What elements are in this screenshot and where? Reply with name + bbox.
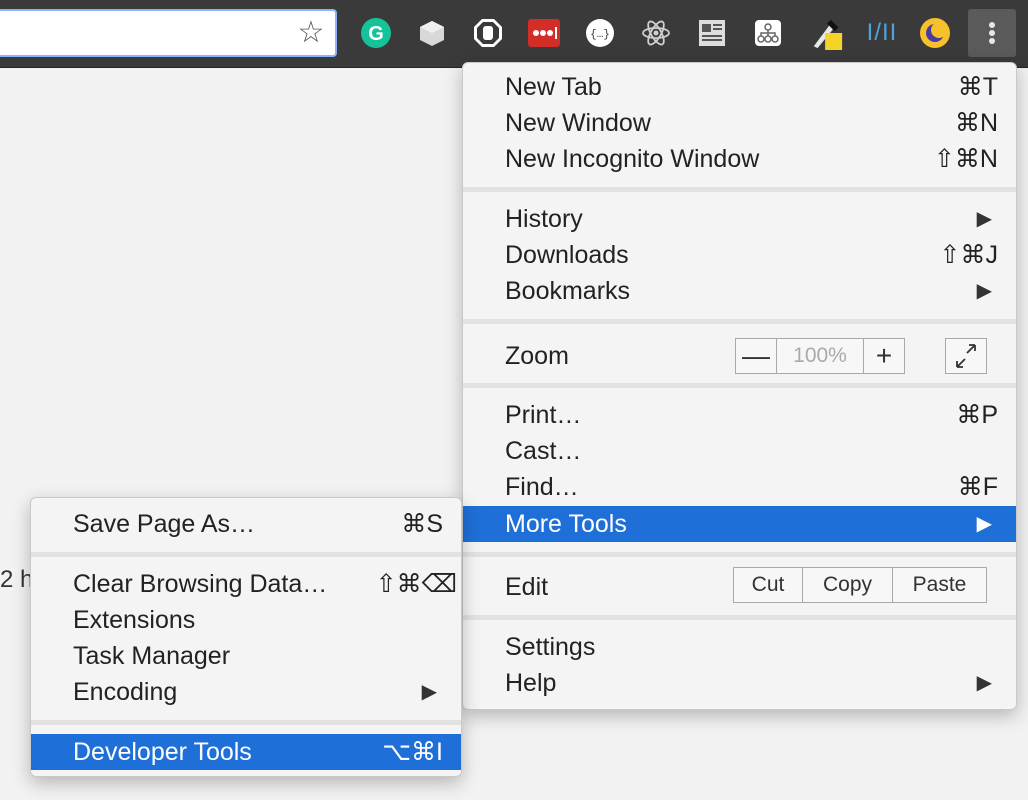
- menu-item-label: Cast…: [505, 437, 582, 465]
- edit-controls: Cut Copy Paste: [733, 567, 987, 603]
- menu-separator: [31, 720, 461, 725]
- menu-item-shortcut: ⌥⌘I: [382, 738, 443, 766]
- menu-item-print[interactable]: Print… ⌘P: [463, 397, 1016, 433]
- react-devtools-icon[interactable]: [639, 16, 673, 50]
- menu-item-new-tab[interactable]: New Tab ⌘T: [463, 69, 1016, 105]
- json-viewer-icon[interactable]: {…}: [583, 16, 617, 50]
- menu-item-encoding[interactable]: Encoding ▶: [31, 674, 461, 710]
- menu-item-more-tools[interactable]: More Tools ▶: [463, 506, 1016, 542]
- menu-item-label: Downloads: [505, 241, 629, 269]
- fullscreen-button[interactable]: [945, 338, 987, 374]
- submenu-arrow-icon: ▶: [976, 280, 992, 302]
- menu-item-save-page-as[interactable]: Save Page As… ⌘S: [31, 506, 461, 542]
- menu-item-new-window[interactable]: New Window ⌘N: [463, 105, 1016, 141]
- menu-item-developer-tools[interactable]: Developer Tools ⌥⌘I: [31, 734, 461, 770]
- zoom-out-button[interactable]: —: [736, 339, 776, 373]
- reader-view-icon[interactable]: [695, 16, 729, 50]
- menu-item-label: Settings: [505, 633, 596, 661]
- menu-item-label: Print…: [505, 401, 582, 429]
- menu-item-shortcut: ⇧⌘N: [933, 145, 998, 173]
- stylebot-icon-label: I/II: [866, 19, 898, 46]
- menu-item-new-incognito-window[interactable]: New Incognito Window ⇧⌘N: [463, 141, 1016, 177]
- menu-item-find[interactable]: Find… ⌘F: [463, 469, 1016, 505]
- sitemap-icon[interactable]: [751, 16, 785, 50]
- menu-item-label: Bookmarks: [505, 277, 631, 305]
- svg-text:{…}: {…}: [590, 29, 610, 41]
- menu-item-label: Extensions: [73, 606, 196, 634]
- menu-item-shortcut: ⌘P: [956, 401, 998, 429]
- zoom-in-button[interactable]: +: [864, 339, 904, 373]
- menu-separator: [463, 615, 1016, 620]
- menu-dot-icon: [989, 38, 995, 44]
- menu-item-extensions[interactable]: Extensions: [31, 602, 461, 638]
- menu-item-label: Clear Browsing Data…: [73, 570, 328, 598]
- ad-block-hand-icon[interactable]: [471, 16, 505, 50]
- menu-dot-icon: [989, 30, 995, 36]
- submenu-arrow-icon: ▶: [976, 513, 992, 535]
- menu-item-label: Encoding: [73, 678, 178, 706]
- menu-item-cast[interactable]: Cast…: [463, 433, 1016, 469]
- chrome-menu-button[interactable]: [968, 9, 1016, 57]
- menu-item-zoom: Zoom — 100% +: [463, 331, 1016, 381]
- menu-item-shortcut: ⌘T: [957, 73, 998, 101]
- zoom-control: — 100% +: [735, 338, 905, 374]
- address-bar[interactable]: ☆: [0, 9, 337, 57]
- stylebot-icon[interactable]: I/II: [862, 16, 902, 50]
- menu-dot-icon: [989, 22, 995, 28]
- svg-text:G: G: [368, 23, 384, 45]
- menu-separator: [463, 552, 1016, 557]
- zoom-level: 100%: [776, 339, 864, 373]
- paste-button[interactable]: Paste: [892, 568, 986, 602]
- menu-item-history[interactable]: History ▶: [463, 201, 1016, 237]
- menu-item-label: History: [505, 205, 583, 233]
- menu-separator: [463, 187, 1016, 192]
- menu-item-label: New Tab: [505, 73, 602, 101]
- chrome-main-menu: New Tab ⌘T New Window ⌘N New Incognito W…: [462, 62, 1017, 710]
- menu-item-settings[interactable]: Settings: [463, 629, 1016, 665]
- menu-item-label: New Incognito Window: [505, 145, 760, 173]
- cube-extension-icon[interactable]: [415, 16, 449, 50]
- menu-separator: [463, 319, 1016, 324]
- menu-item-edit: Edit Cut Copy Paste: [463, 565, 1016, 609]
- copy-button[interactable]: Copy: [802, 568, 892, 602]
- submenu-arrow-icon: ▶: [976, 672, 992, 694]
- night-mode-moon-icon[interactable]: [918, 16, 952, 50]
- submenu-arrow-icon: ▶: [421, 681, 437, 703]
- lastpass-icon[interactable]: [527, 16, 561, 50]
- menu-item-task-manager[interactable]: Task Manager: [31, 638, 461, 674]
- menu-item-label: More Tools: [505, 510, 627, 538]
- menu-item-downloads[interactable]: Downloads ⇧⌘J: [463, 237, 1016, 273]
- menu-item-bookmarks[interactable]: Bookmarks ▶: [463, 273, 1016, 309]
- browser-toolbar: ☆ G {…} I/II: [0, 0, 1028, 68]
- menu-item-clear-browsing-data[interactable]: Clear Browsing Data… ⇧⌘⌫: [31, 566, 461, 602]
- color-picker-icon[interactable]: [810, 16, 844, 50]
- bookmark-star-icon[interactable]: ☆: [295, 17, 327, 49]
- menu-item-label: Help: [505, 669, 557, 697]
- menu-item-label: Find…: [505, 473, 579, 501]
- cut-button[interactable]: Cut: [734, 568, 802, 602]
- menu-item-help[interactable]: Help ▶: [463, 665, 1016, 701]
- menu-item-label: Edit: [505, 573, 549, 601]
- page-content-text: 2 h: [0, 566, 34, 593]
- menu-item-label: Zoom: [505, 342, 569, 370]
- menu-separator: [463, 383, 1016, 388]
- grammarly-icon[interactable]: G: [359, 16, 393, 50]
- menu-item-label: Task Manager: [73, 642, 231, 670]
- menu-item-label: New Window: [505, 109, 651, 137]
- menu-item-label: Developer Tools: [73, 738, 252, 766]
- menu-separator: [31, 552, 461, 557]
- more-tools-submenu: Save Page As… ⌘S Clear Browsing Data… ⇧⌘…: [30, 497, 462, 777]
- menu-item-shortcut: ⌘S: [401, 510, 443, 538]
- menu-item-shortcut: ⌘F: [957, 473, 998, 501]
- menu-item-label: Save Page As…: [73, 510, 256, 538]
- menu-item-shortcut: ⌘N: [954, 109, 998, 137]
- fullscreen-icon: [956, 344, 976, 368]
- menu-item-shortcut: ⇧⌘J: [939, 241, 998, 269]
- menu-item-shortcut: ⇧⌘⌫: [375, 570, 457, 598]
- submenu-arrow-icon: ▶: [976, 208, 992, 230]
